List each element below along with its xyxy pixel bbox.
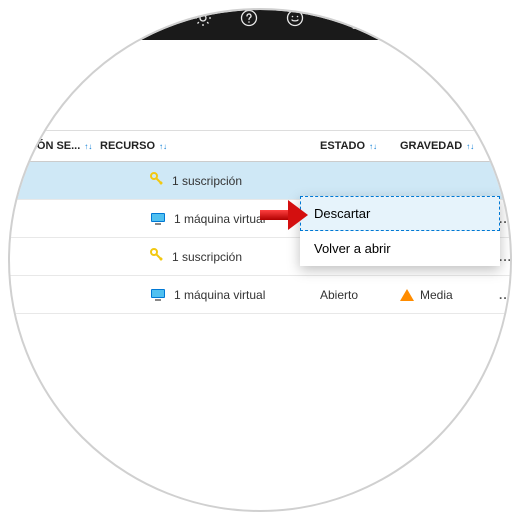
table-header-row: UACIÓN SE... ↑↓ RECURSO ↑↓ ESTADO ↑↓ GRA… xyxy=(0,130,520,162)
severity-medium-icon xyxy=(400,289,414,301)
column-header-gravedad[interactable]: GRAVEDAD ↑↓ xyxy=(400,140,490,152)
column-header-label: RECURSO xyxy=(100,140,155,152)
key-icon xyxy=(150,248,164,265)
column-header-recurso[interactable]: RECURSO ↑↓ xyxy=(100,140,310,152)
row-more-button[interactable]: ... xyxy=(499,212,512,226)
column-header-label: ESTADO xyxy=(320,140,365,152)
sort-icon: ↑↓ xyxy=(466,142,474,151)
callout-arrow-icon xyxy=(260,200,308,235)
resource-label: 1 máquina virtual xyxy=(174,212,265,226)
help-icon[interactable] xyxy=(240,9,258,32)
sort-icon: ↑↓ xyxy=(159,142,167,151)
context-menu-item-volver-abrir[interactable]: Volver a abrir xyxy=(300,231,500,266)
sort-icon: ↑↓ xyxy=(84,142,92,151)
column-header-situacion[interactable]: UACIÓN SE... ↑↓ xyxy=(10,140,100,152)
key-icon xyxy=(150,172,164,189)
resource-label: 1 máquina virtual xyxy=(174,288,265,302)
user-account-block[interactable]: solvetic DIRECTORIO P... xyxy=(352,8,431,31)
notification-icon[interactable] xyxy=(150,10,166,31)
row-more-button[interactable]: ... xyxy=(499,250,512,264)
state-label: Abierto xyxy=(320,288,358,302)
sort-icon: ↑↓ xyxy=(369,142,377,151)
vm-icon xyxy=(150,212,166,226)
user-name: solvetic xyxy=(352,8,431,21)
top-toolbar: solvetic DIRECTORIO P... xyxy=(0,0,520,40)
vm-icon xyxy=(150,288,166,302)
resource-label: 1 suscripción xyxy=(172,250,242,264)
feedback-smile-icon[interactable] xyxy=(286,9,304,32)
column-header-label: GRAVEDAD xyxy=(400,140,462,152)
table-row[interactable]: 1 suscripción ... xyxy=(0,162,520,200)
settings-gear-icon[interactable] xyxy=(194,9,212,32)
row-more-button[interactable]: ... xyxy=(499,288,512,302)
row-more-button[interactable]: ... xyxy=(499,174,512,188)
table-row[interactable]: 1 máquina virtual Abierto Media ... xyxy=(0,276,520,314)
column-header-estado[interactable]: ESTADO ↑↓ xyxy=(310,140,400,152)
resource-label: 1 suscripción xyxy=(172,174,242,188)
column-header-label: UACIÓN SE... xyxy=(10,140,80,152)
context-menu: Descartar Volver a abrir xyxy=(300,196,500,266)
severity-label: Media xyxy=(420,288,453,302)
context-menu-item-descartar[interactable]: Descartar xyxy=(300,196,500,231)
user-directory-label: DIRECTORIO P... xyxy=(352,22,431,32)
